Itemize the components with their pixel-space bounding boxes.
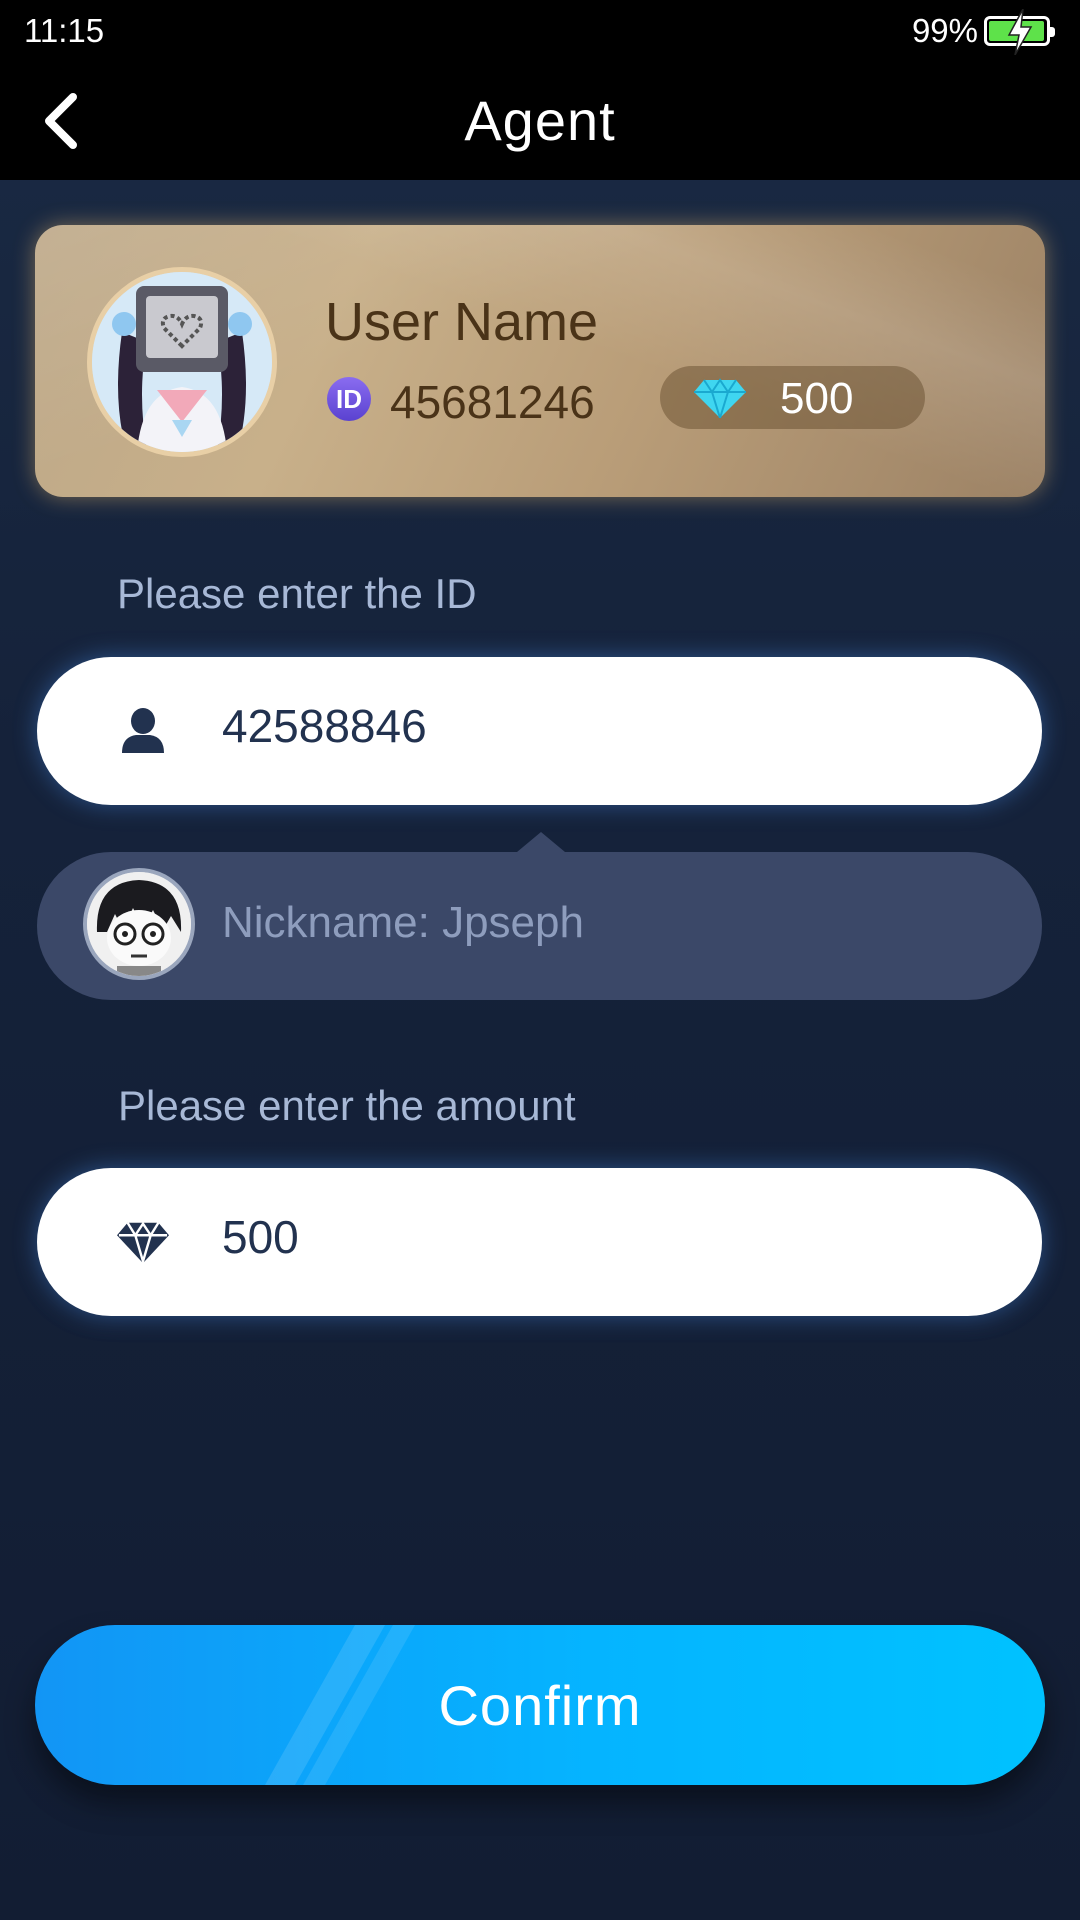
id-field-label: Please enter the ID xyxy=(117,570,477,617)
nickname-result: Nickname: Jpseph xyxy=(37,852,1042,1000)
charging-bolt-icon xyxy=(1007,9,1033,55)
diamond-balance: 500 xyxy=(660,366,925,429)
avatar-image xyxy=(92,272,272,452)
agent-page: 11:15 99% Agent User Name ID 45681246 50… xyxy=(0,0,1080,1920)
confirm-button[interactable]: Confirm xyxy=(35,1625,1045,1785)
battery-percent: 99% xyxy=(911,12,978,49)
confirm-label: Confirm xyxy=(438,1674,642,1737)
amount-input[interactable] xyxy=(222,1210,982,1264)
diamond-icon xyxy=(694,378,746,418)
nickname-text: Nickname: Jpseph xyxy=(222,898,584,947)
id-input-container[interactable] xyxy=(37,657,1042,805)
nickname-avatar xyxy=(83,868,195,980)
profile-username: User Name xyxy=(325,292,599,352)
amount-input-container[interactable] xyxy=(37,1168,1042,1316)
page-title: Agent xyxy=(464,89,616,152)
navigation-bar: Agent xyxy=(0,62,1080,180)
nickname-pointer xyxy=(517,832,565,852)
profile-user-id: 45681246 xyxy=(390,376,595,428)
nickname-avatar-image xyxy=(87,872,191,976)
diamond-icon xyxy=(117,1216,169,1268)
id-badge-icon: ID xyxy=(327,377,371,421)
status-bar: 11:15 99% xyxy=(0,0,1080,62)
status-time: 11:15 xyxy=(24,12,105,49)
id-input[interactable] xyxy=(222,699,982,753)
diamond-balance-value: 500 xyxy=(780,374,854,423)
battery-icon xyxy=(984,9,1055,55)
user-icon xyxy=(117,705,169,757)
profile-card: User Name ID 45681246 500 xyxy=(35,225,1045,497)
amount-field-label: Please enter the amount xyxy=(118,1082,576,1129)
user-avatar[interactable] xyxy=(87,267,277,457)
